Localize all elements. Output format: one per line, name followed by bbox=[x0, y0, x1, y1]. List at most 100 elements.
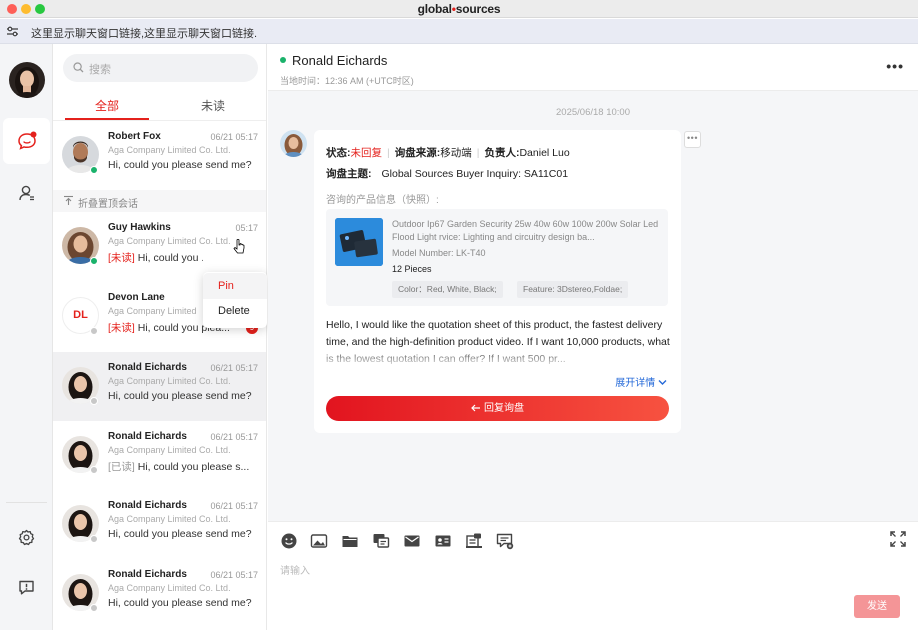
nav-contacts-button[interactable] bbox=[3, 170, 50, 216]
tab-unread[interactable]: 未读 bbox=[201, 97, 225, 114]
mail-icon[interactable] bbox=[403, 532, 421, 550]
left-rail bbox=[0, 44, 53, 630]
folded-label: 折叠置顶会话 bbox=[78, 199, 138, 210]
conversation-item[interactable]: Ronald Eichards 06/21 05:17 Aga Company … bbox=[53, 421, 266, 490]
offline-status-dot bbox=[90, 535, 98, 543]
sender-avatar[interactable] bbox=[280, 130, 307, 157]
sliders-icon[interactable] bbox=[6, 25, 19, 38]
tab-all[interactable]: 全部 bbox=[95, 97, 119, 114]
status-key: 状态: bbox=[326, 147, 351, 159]
mouse-pointer-icon bbox=[233, 239, 245, 254]
product-title: Outdoor Ip67 Garden Security 25w 40w 60w… bbox=[392, 219, 659, 242]
fold-icon bbox=[64, 195, 73, 205]
source-key: 询盘来源: bbox=[394, 147, 441, 159]
conversation-item[interactable]: Ronald Eichards 06/21 05:17 Aga Company … bbox=[53, 490, 266, 559]
folder-icon[interactable] bbox=[341, 532, 359, 550]
quick-reply-icon[interactable] bbox=[372, 532, 390, 550]
search-icon bbox=[73, 62, 84, 73]
message-preview: [未读] Hi, could you ... bbox=[108, 250, 203, 265]
unread-tag: [未读] bbox=[108, 252, 135, 264]
company-name: Aga Company Limited Co. Ltd. bbox=[108, 376, 231, 386]
message-preview: Hi, could you please send me? bbox=[108, 528, 252, 540]
image-icon[interactable] bbox=[310, 532, 328, 550]
expand-details-link[interactable]: 展开详情 bbox=[615, 374, 667, 389]
settings-icon bbox=[18, 529, 35, 545]
folded-pinned-conversations[interactable]: 折叠置顶会话 bbox=[53, 190, 266, 212]
product-quantity: 12 Pieces bbox=[392, 264, 432, 274]
read-tag: [已读] bbox=[108, 461, 135, 473]
nav-feedback-button[interactable] bbox=[3, 564, 50, 610]
business-card-icon[interactable] bbox=[434, 532, 452, 550]
contact-name: Ronald Eichards bbox=[108, 569, 187, 580]
message-time: 06/21 05:17 bbox=[210, 432, 258, 442]
nav-chat-button[interactable] bbox=[3, 118, 50, 164]
message-preview: Hi, could you please send me? bbox=[108, 597, 252, 609]
feedback-icon bbox=[19, 580, 34, 594]
message-text: Hi, could you ... bbox=[134, 252, 203, 264]
text-fade-overlay bbox=[326, 351, 671, 369]
message-preview: Hi, could you please send me? bbox=[108, 159, 252, 171]
conversation-context-menu: Pin Delete bbox=[203, 272, 267, 328]
chat-header: Ronald Eichards 当地时间：12:36 AM (+UTC时区) •… bbox=[268, 44, 918, 91]
offline-status-dot bbox=[90, 327, 98, 335]
owner-key: 负责人: bbox=[484, 147, 520, 159]
product-attribute-chip: Color：Red, White, Black; bbox=[392, 281, 503, 298]
product-snapshot-label: 咨询的产品信息（快照）: bbox=[326, 195, 439, 206]
conversation-tabs: 全部 未读 bbox=[53, 94, 266, 120]
conversation-item[interactable]: Robert Fox 06/21 05:17 Aga Company Limit… bbox=[53, 121, 266, 190]
title-bar: global•sources bbox=[0, 0, 918, 18]
message-preview: [已读] Hi, could you please s... bbox=[108, 459, 258, 474]
message-time: 06/21 05:17 bbox=[210, 501, 258, 511]
subject-key: 询盘主题: bbox=[326, 168, 372, 180]
owner-value: Daniel Luo bbox=[519, 147, 570, 159]
inquiry-subject: 询盘主题: Global Sources Buyer Inquiry: SA11C… bbox=[326, 166, 568, 181]
chat-link-text[interactable]: 这里显示聊天窗口链接,这里显示聊天窗口链接. bbox=[31, 25, 257, 41]
company-name: Aga Company Limited Co. Ltd. bbox=[108, 236, 231, 246]
message-input[interactable]: 请输入 bbox=[280, 562, 310, 577]
offline-status-dot bbox=[90, 466, 98, 474]
contact-name: Ronald Eichards bbox=[108, 500, 187, 511]
nav-settings-button[interactable] bbox=[3, 514, 50, 560]
source-value: 移动端 bbox=[440, 147, 472, 159]
pin-menu-item[interactable]: Pin bbox=[203, 273, 267, 299]
contact-name: Ronald Eichards bbox=[108, 362, 187, 373]
search-placeholder: 搜索 bbox=[89, 64, 111, 76]
fullscreen-icon[interactable] bbox=[890, 531, 906, 547]
company-name: Aga Company Limited Co. Ltd. bbox=[108, 514, 231, 524]
chevron-down-icon bbox=[658, 380, 667, 385]
product-model: Model Number: LK-T40 bbox=[392, 248, 486, 258]
search-input[interactable]: 搜索 bbox=[63, 54, 258, 82]
inquiry-icon[interactable] bbox=[496, 532, 514, 550]
conversation-item-selected[interactable]: Ronald Eichards 06/21 05:17 Aga Company … bbox=[53, 352, 266, 421]
contacts-icon bbox=[18, 185, 34, 201]
product-image bbox=[335, 218, 383, 266]
product-icon[interactable] bbox=[465, 532, 483, 550]
contact-name: Guy Hawkins bbox=[108, 222, 171, 233]
conversation-list-panel: 搜索 全部 未读 Robert Fox 06/21 05:17 Aga Comp… bbox=[53, 44, 267, 630]
contact-name: Devon Lane bbox=[108, 292, 165, 303]
message-text: Hi, could you please s... bbox=[134, 461, 250, 473]
chat-link-bar: 这里显示聊天窗口链接,这里显示聊天窗口链接. bbox=[0, 19, 918, 44]
message-more-button[interactable]: ••• bbox=[684, 131, 701, 148]
message-time: 06/21 05:17 bbox=[210, 570, 258, 580]
meta-divider: | bbox=[476, 147, 480, 159]
profile-avatar[interactable] bbox=[9, 62, 45, 98]
emoji-icon[interactable] bbox=[280, 532, 298, 550]
inquiry-meta: 状态:未回复 | 询盘来源:移动端 | 负责人:Daniel Luo bbox=[326, 145, 570, 160]
conversation-item[interactable]: Ronald Eichards 06/21 05:17 Aga Company … bbox=[53, 559, 266, 628]
expand-details-label: 展开详情 bbox=[615, 378, 656, 389]
reply-inquiry-button[interactable]: 回复询盘 bbox=[326, 396, 669, 421]
date-separator: 2025/06/18 10:00 bbox=[556, 107, 630, 118]
contact-local-time: 当地时间：12:36 AM (+UTC时区) bbox=[280, 76, 414, 86]
product-snapshot[interactable]: Outdoor Ip67 Garden Security 25w 40w 60w… bbox=[326, 209, 668, 306]
message-composer: 请输入 发送 bbox=[268, 521, 918, 630]
more-options-icon[interactable]: ••• bbox=[886, 58, 904, 74]
send-button[interactable]: 发送 bbox=[854, 595, 900, 618]
contact-name: Robert Fox bbox=[108, 131, 161, 142]
delete-menu-item[interactable]: Delete bbox=[203, 298, 267, 324]
online-status-dot bbox=[90, 166, 98, 174]
contact-name: Ronald Eichards bbox=[108, 431, 187, 442]
subject-value: Global Sources Buyer Inquiry: SA11C01 bbox=[381, 168, 569, 180]
unread-tag: [未读] bbox=[108, 322, 135, 334]
meta-divider: | bbox=[387, 147, 390, 159]
